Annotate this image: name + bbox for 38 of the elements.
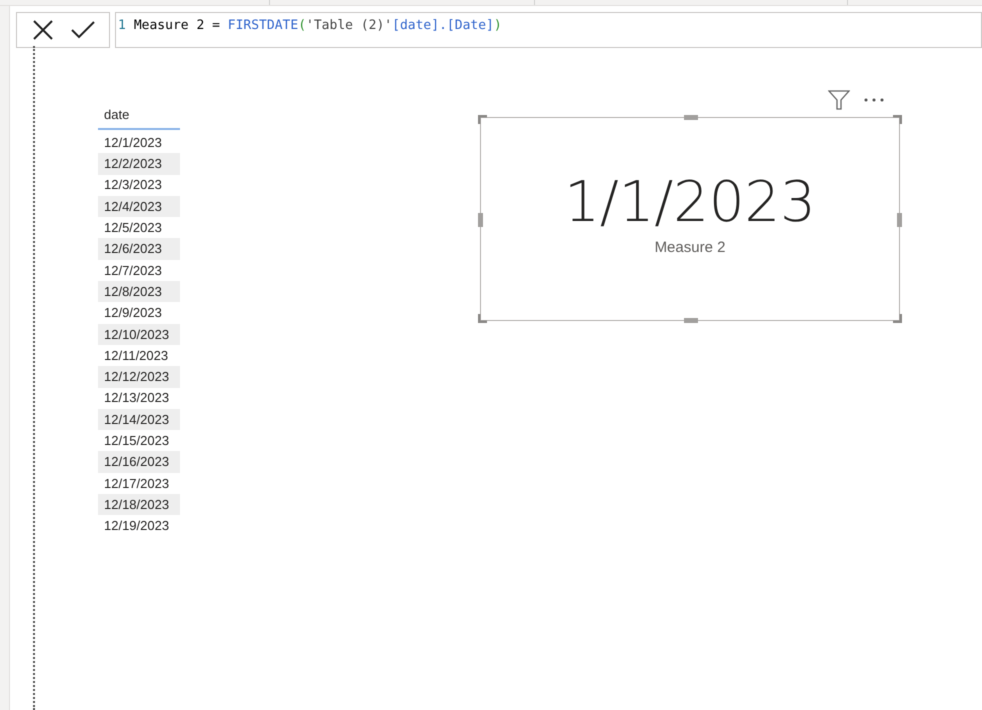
table-cell-text: 12/7/2023 [104,262,162,280]
resize-handle[interactable] [478,313,488,323]
formula-text: Measure 2 = FIRSTDATE('Table (2)'[date].[Date]) [134,17,502,35]
table-cell-text: 12/18/2023 [104,496,170,514]
table-cell-text: 12/1/2023 [104,134,162,152]
table-cell-text: 12/14/2023 [104,410,170,429]
table-cell-text: 12/11/2023 [104,346,168,365]
resize-handle[interactable] [478,213,483,227]
table-cell-text: 12/2/2023 [104,155,162,174]
card-visual[interactable]: 1/1/2023 Measure 2 [480,117,900,321]
table-cell-text: 12/3/2023 [104,176,162,194]
resize-handle[interactable] [892,115,902,125]
card-value: 1/1/2023 [564,172,816,233]
table-cell-text: 12/6/2023 [104,240,162,258]
resize-handle[interactable] [684,318,698,323]
table-cell-text: 12/10/2023 [104,326,170,344]
line-number: 1 [118,17,126,35]
table-cell-text: 12/12/2023 [104,368,170,386]
more-options-icon[interactable] [864,98,884,102]
table-cell-text: 12/4/2023 [104,198,162,216]
table-cell-text: 12/8/2023 [104,282,162,301]
table-cell-text: 12/19/2023 [104,517,170,536]
column-header[interactable]: date [98,105,136,125]
close-icon [32,19,54,41]
table-cell-text: 12/16/2023 [104,453,170,472]
resize-handle[interactable] [478,115,488,125]
table-cell-text: 12/15/2023 [104,432,170,450]
resize-handle[interactable] [892,313,902,323]
resize-handle[interactable] [684,115,698,120]
checkmark-icon [71,21,95,39]
resize-handle[interactable] [897,213,902,227]
filter-icon[interactable] [828,90,850,110]
table-cell-text: 12/17/2023 [104,474,170,493]
table-cell-text: 12/13/2023 [104,389,170,408]
formula-field[interactable]: 1 Measure 2 = FIRSTDATE('Table (2)'[date].[Date]) [115,12,982,48]
table-cell-text: 12/5/2023 [104,219,162,238]
card-label: Measure 2 [654,238,726,258]
table-cell-text: 12/9/2023 [104,304,162,322]
